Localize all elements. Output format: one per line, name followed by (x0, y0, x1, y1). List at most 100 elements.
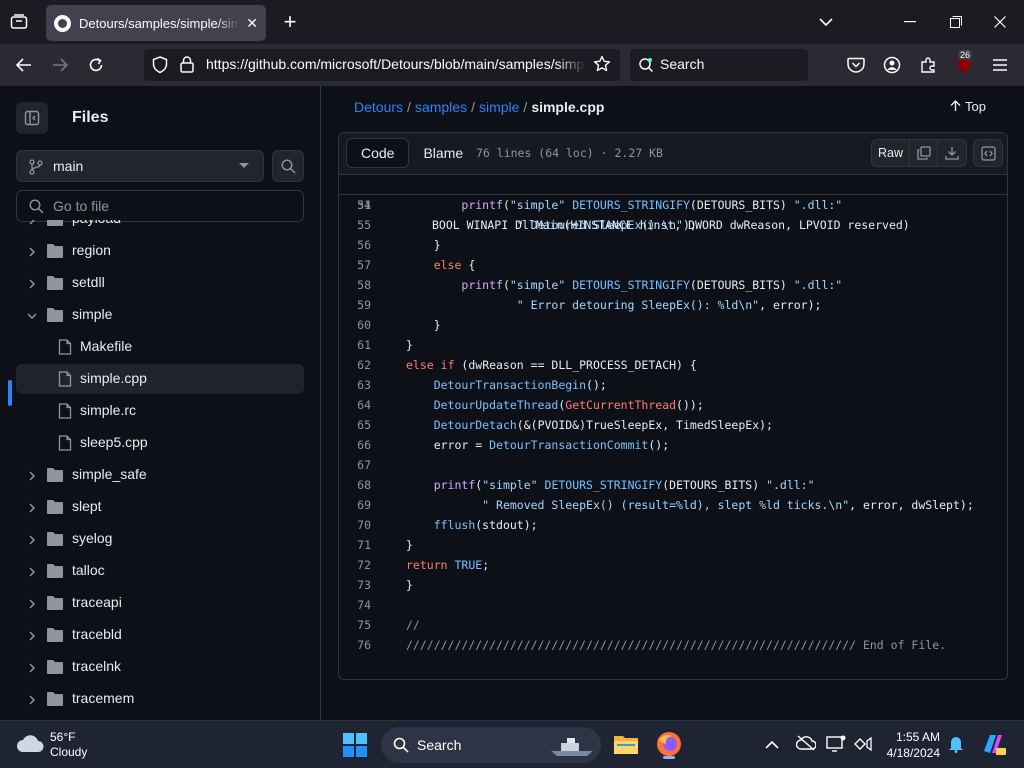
tree-folder[interactable]: region (16, 236, 304, 266)
reload-icon[interactable] (86, 55, 106, 75)
lock-icon[interactable] (180, 56, 194, 78)
hamburger-menu-icon[interactable] (990, 55, 1010, 75)
line-number[interactable]: 59 (339, 295, 371, 315)
line-number[interactable]: 72 (339, 555, 371, 575)
tree-folder[interactable]: setdll (16, 268, 304, 298)
line-number[interactable]: 70 (339, 515, 371, 535)
line-number[interactable]: 63 (339, 375, 371, 395)
tab-overflow-chevron-icon[interactable] (816, 12, 836, 32)
line-number[interactable]: 54 (339, 195, 371, 215)
line-number[interactable]: 58 (339, 275, 371, 295)
display-icon[interactable] (826, 735, 846, 753)
tree-folder[interactable]: talloc (16, 556, 304, 586)
line-number[interactable]: 68 (339, 475, 371, 495)
bookmark-star-icon[interactable] (593, 55, 611, 78)
tree-file[interactable]: sleep5.cpp (16, 428, 304, 458)
line-number[interactable]: 74 (339, 595, 371, 615)
chevron-right-icon[interactable] (26, 469, 38, 481)
line-number[interactable]: 62 (339, 355, 371, 375)
list-all-tabs-icon[interactable] (8, 12, 30, 32)
clock-date[interactable]: 4/18/2024 (875, 746, 940, 760)
copy-raw-button[interactable] (910, 140, 938, 166)
line-number[interactable]: 56 (339, 235, 371, 255)
line-number[interactable]: 66 (339, 435, 371, 455)
copilot-icon[interactable] (980, 731, 1006, 757)
line-number[interactable]: 67 (339, 455, 371, 475)
tree-file[interactable]: Makefile (16, 332, 304, 362)
weather-widget[interactable]: 56°F Cloudy (16, 727, 126, 763)
symbols-panel-button[interactable] (973, 139, 1003, 167)
breadcrumb-simple-link[interactable]: simple (479, 99, 519, 115)
start-windows-icon[interactable] (343, 733, 367, 757)
line-number[interactable]: 75 (339, 615, 371, 635)
chevron-right-icon[interactable] (26, 501, 38, 513)
tree-folder[interactable]: slept (16, 492, 304, 522)
file-explorer-icon[interactable] (613, 733, 639, 757)
extensions-icon[interactable] (918, 55, 938, 75)
top-button[interactable]: Top (950, 99, 986, 114)
chevron-right-icon[interactable] (26, 565, 38, 577)
restore-icon[interactable] (946, 12, 966, 32)
line-number[interactable]: 69 (339, 495, 371, 515)
onedrive-offline-icon[interactable] (795, 735, 817, 753)
sticky-scope-line[interactable]: 31 BOOL WINAPI DllMain(HINSTANCE hinst, … (339, 175, 1007, 232)
new-tab-icon[interactable]: + (280, 9, 300, 34)
account-icon[interactable] (882, 55, 902, 75)
collapse-file-tree-button[interactable] (16, 102, 48, 134)
chevron-down-icon[interactable] (26, 309, 38, 321)
chevron-right-icon[interactable] (26, 693, 38, 705)
minimize-icon[interactable] (900, 12, 920, 32)
tree-folder[interactable]: tracebld (16, 620, 304, 650)
close-tab-icon[interactable]: ✕ (246, 15, 258, 32)
download-raw-button[interactable] (938, 140, 966, 166)
line-number[interactable]: 55 (339, 215, 371, 235)
tree-folder[interactable]: simple_safe (16, 460, 304, 490)
tracking-shield-icon[interactable] (152, 56, 168, 79)
chevron-right-icon[interactable] (26, 277, 38, 289)
close-window-icon[interactable] (990, 12, 1010, 32)
breadcrumb-samples-link[interactable]: samples (415, 99, 467, 115)
chevron-right-icon[interactable] (26, 661, 38, 673)
tab-active[interactable]: Detours/samples/simple/simple.cpp at mai… (46, 5, 266, 41)
taskbar-search-box[interactable]: Search (381, 727, 601, 763)
chevron-right-icon[interactable] (26, 245, 38, 257)
notification-bell-icon[interactable] (948, 735, 966, 755)
tab-code[interactable]: Code (346, 138, 410, 168)
tray-overflow-chevron-icon[interactable] (765, 737, 779, 751)
line-number[interactable]: 76 (339, 635, 371, 655)
raw-button[interactable]: Raw (872, 140, 910, 166)
tree-folder[interactable]: tracelnk (16, 652, 304, 682)
tab-blame[interactable]: Blame (409, 138, 477, 168)
line-number[interactable]: 71 (339, 535, 371, 555)
go-to-file-input[interactable]: Go to file (16, 190, 304, 222)
breadcrumb-repo-link[interactable]: Detours (354, 99, 403, 115)
forward-arrow-icon[interactable] (50, 55, 70, 75)
code-view[interactable]: 54 printf("simple" DETOURS_STRINGIFY(DET… (339, 195, 1007, 679)
address-bar[interactable]: https://github.com/microsoft/Detours/blo… (144, 49, 620, 81)
clock-time[interactable]: 1:55 AM (880, 730, 940, 744)
back-arrow-icon[interactable] (14, 55, 34, 75)
tree-folder[interactable]: tracemem (16, 684, 304, 714)
browser-search-box[interactable]: Search (630, 49, 808, 81)
tree-folder[interactable]: simple (16, 300, 304, 330)
tree-folder[interactable]: payload (16, 220, 304, 234)
chevron-right-icon[interactable] (26, 533, 38, 545)
url-text[interactable]: https://github.com/microsoft/Detours/blo… (206, 56, 586, 72)
tree-folder[interactable]: traceapi (16, 588, 304, 618)
branch-select-button[interactable]: main (16, 150, 264, 182)
tree-file[interactable]: simple.cpp (16, 364, 304, 394)
chevron-right-icon[interactable] (26, 220, 38, 225)
line-number[interactable]: 61 (339, 335, 371, 355)
network-sound-icon[interactable] (854, 735, 876, 753)
firefox-taskbar-icon[interactable] (656, 731, 682, 759)
line-number[interactable]: 57 (339, 255, 371, 275)
tree-folder[interactable]: syelog (16, 524, 304, 554)
line-number[interactable]: 60 (339, 315, 371, 335)
chevron-right-icon[interactable] (26, 597, 38, 609)
chevron-right-icon[interactable] (26, 629, 38, 641)
search-repo-button[interactable] (272, 150, 304, 182)
line-number[interactable]: 64 (339, 395, 371, 415)
tree-file[interactable]: simple.rc (16, 396, 304, 426)
pocket-icon[interactable] (846, 55, 866, 75)
line-number[interactable]: 65 (339, 415, 371, 435)
